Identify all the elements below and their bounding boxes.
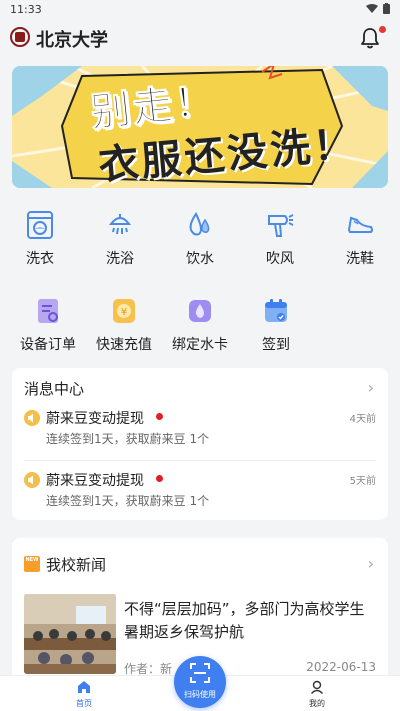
university-logo bbox=[10, 27, 30, 47]
shower-icon bbox=[108, 214, 132, 235]
message-title: 蔚来豆变动提现 bbox=[46, 473, 144, 489]
message-subtitle: 连续签到1天，获取蔚来豆 1个 bbox=[46, 494, 210, 508]
app-header: 北京大学 bbox=[0, 18, 400, 60]
water-drop-icon bbox=[189, 212, 210, 236]
service-label: 快速充值 bbox=[96, 337, 152, 353]
user-icon bbox=[310, 680, 324, 694]
service-label: 洗衣 bbox=[26, 251, 54, 267]
page-title: 北京大学 bbox=[36, 30, 108, 51]
speaker-icon bbox=[24, 410, 40, 426]
chevron-right-icon[interactable]: › bbox=[368, 554, 374, 573]
meeting-photo bbox=[24, 594, 116, 674]
service-label: 洗浴 bbox=[106, 251, 134, 267]
scan-icon bbox=[190, 663, 210, 683]
message-center-title: 消息中心 bbox=[24, 380, 85, 398]
new-badge-icon: NEW bbox=[24, 556, 40, 572]
promo-banner[interactable]: 别走！ 衣服还没洗！ bbox=[12, 66, 388, 188]
service-hair-dryer[interactable]: 吹风 bbox=[240, 198, 320, 268]
service-shoe-wash[interactable]: 洗鞋 bbox=[320, 198, 400, 268]
news-thumbnail[interactable] bbox=[24, 594, 116, 674]
tab-home-label: 首页 bbox=[76, 699, 92, 708]
wifi-icon bbox=[366, 3, 378, 13]
service-label: 洗鞋 bbox=[346, 251, 374, 267]
notification-badge bbox=[379, 26, 386, 33]
scan-label: 扫码使用 bbox=[184, 690, 216, 699]
service-row-secondary: 设备订单 ¥ 快速充值 绑定水卡 签到 bbox=[0, 284, 400, 354]
svg-text:¥: ¥ bbox=[121, 307, 127, 318]
status-icons bbox=[366, 3, 390, 14]
message-time: 4天前 bbox=[349, 414, 376, 425]
shoe-icon bbox=[347, 216, 373, 233]
news-date: 2022-06-13 bbox=[306, 660, 376, 674]
service-quick-recharge[interactable]: ¥ 快速充值 bbox=[86, 284, 162, 354]
divider bbox=[24, 460, 376, 461]
tab-mine-label: 我的 bbox=[309, 699, 325, 708]
message-subtitle: 连续签到1天，获取蔚来豆 1个 bbox=[46, 432, 210, 446]
water-card-icon bbox=[189, 300, 211, 322]
scan-to-use-button[interactable]: 扫码使用 bbox=[174, 656, 226, 708]
news-headline[interactable]: 不得“层层加码”，多部门为高校学生暑期返乡保驾护航 bbox=[124, 598, 376, 644]
order-icon bbox=[38, 299, 58, 323]
service-label: 绑定水卡 bbox=[172, 337, 228, 353]
unread-dot bbox=[156, 475, 163, 482]
service-label: 签到 bbox=[262, 337, 290, 353]
hair-dryer-icon bbox=[268, 214, 294, 237]
speaker-icon bbox=[24, 472, 40, 488]
service-bind-water-card[interactable]: 绑定水卡 bbox=[162, 284, 238, 354]
status-bar: 11:33 bbox=[0, 0, 400, 18]
status-time: 11:33 bbox=[10, 3, 42, 16]
battery-icon bbox=[383, 3, 390, 14]
recharge-icon: ¥ bbox=[113, 299, 135, 323]
service-row-primary: 洗衣 洗浴 饮水 吹风 洗鞋 bbox=[0, 198, 400, 268]
message-time: 5天前 bbox=[349, 476, 376, 487]
message-title: 蔚来豆变动提现 bbox=[46, 411, 144, 427]
service-label: 饮水 bbox=[186, 251, 214, 267]
service-laundry[interactable]: 洗衣 bbox=[0, 198, 80, 268]
service-drinking-water[interactable]: 饮水 bbox=[160, 198, 240, 268]
tab-mine[interactable]: 我的 bbox=[287, 680, 347, 709]
message-center-card: 消息中心 › 蔚来豆变动提现 4天前 连续签到1天，获取蔚来豆 1个 蔚来豆变动… bbox=[12, 368, 388, 520]
unread-dot bbox=[156, 413, 163, 420]
service-device-orders[interactable]: 设备订单 bbox=[10, 284, 86, 354]
service-shower[interactable]: 洗浴 bbox=[80, 198, 160, 268]
campus-news-title: 我校新闻 bbox=[46, 556, 107, 574]
checkin-calendar-icon bbox=[265, 299, 287, 322]
washing-machine-icon bbox=[27, 211, 53, 239]
service-label: 吹风 bbox=[266, 251, 294, 267]
chevron-right-icon[interactable]: › bbox=[368, 378, 374, 397]
tab-home[interactable]: 首页 bbox=[54, 680, 114, 709]
service-checkin[interactable]: 签到 bbox=[238, 284, 314, 354]
service-label: 设备订单 bbox=[20, 337, 76, 353]
home-icon bbox=[78, 681, 90, 693]
